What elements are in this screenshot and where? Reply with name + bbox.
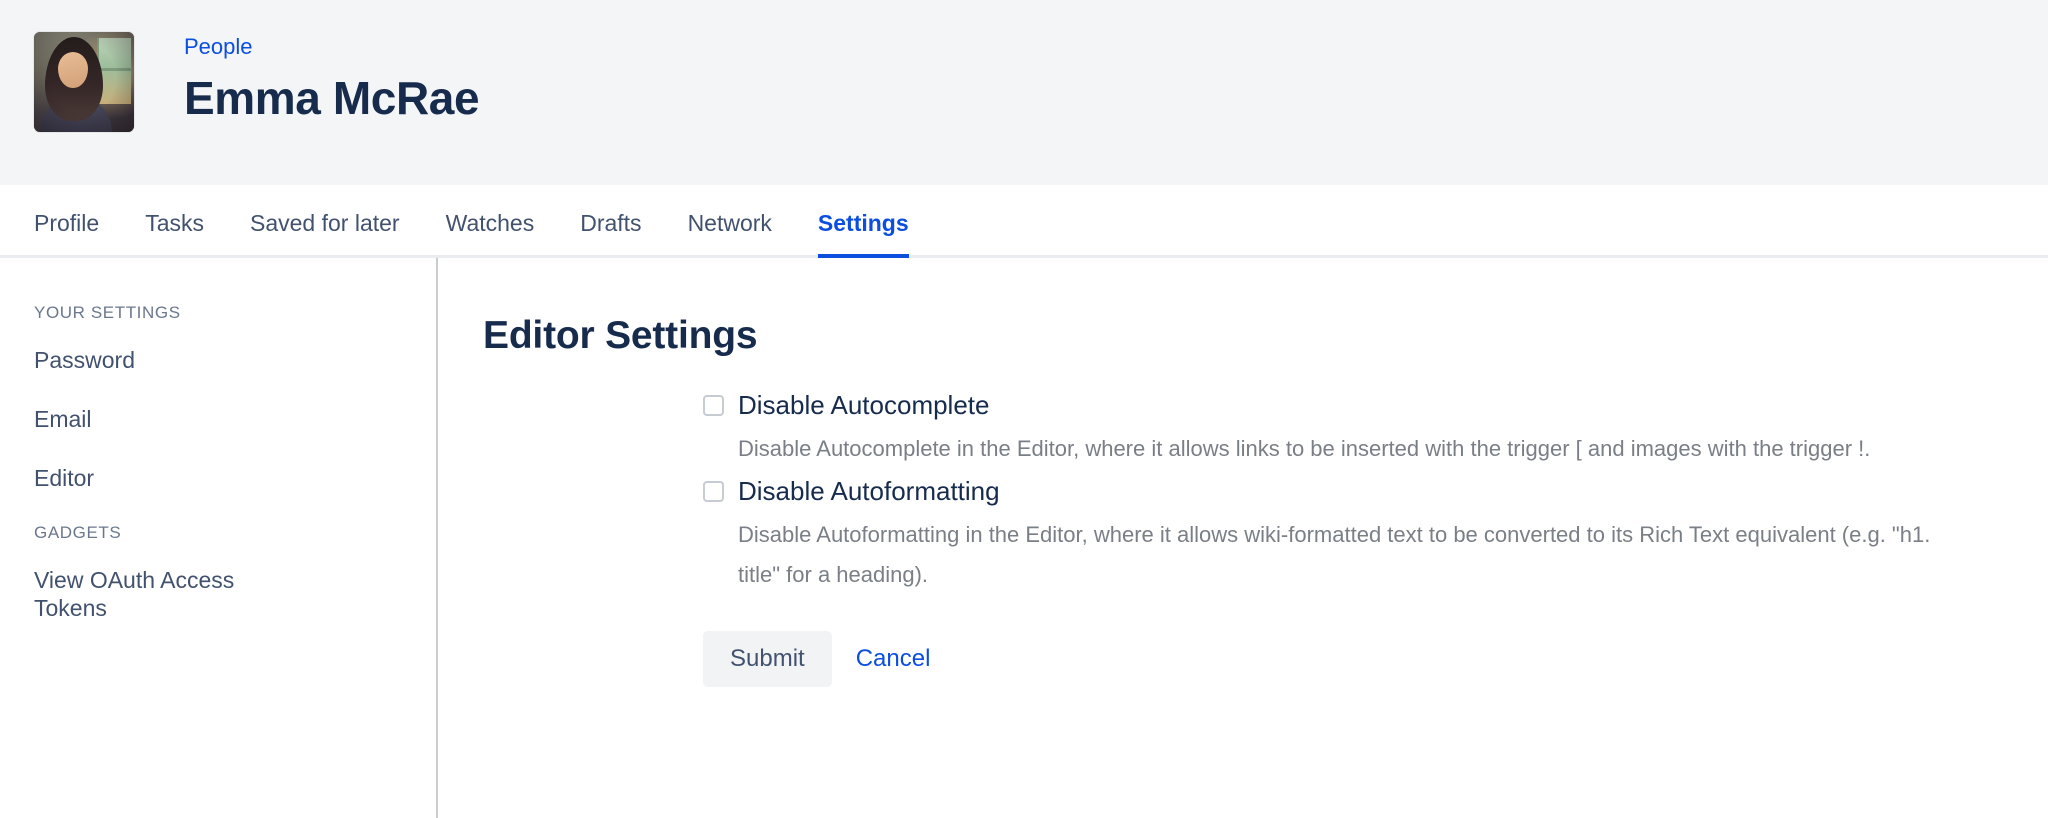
editor-settings-form: Disable Autocomplete Disable Autocomplet… (703, 389, 1973, 687)
editor-settings-heading: Editor Settings (483, 313, 2048, 359)
tab-network[interactable]: Network (688, 210, 772, 255)
checkbox-row-disable-autoformatting[interactable]: Disable Autoformatting (703, 475, 1973, 507)
field-disable-autoformatting: Disable Autoformatting Disable Autoforma… (703, 475, 1973, 595)
checkbox-row-disable-autocomplete[interactable]: Disable Autocomplete (703, 389, 1973, 421)
tab-settings[interactable]: Settings (818, 210, 909, 255)
settings-main-panel: Editor Settings Disable Autocomplete Dis… (438, 258, 2048, 818)
field-disable-autocomplete: Disable Autocomplete Disable Autocomplet… (703, 389, 1973, 469)
tab-tasks[interactable]: Tasks (145, 210, 204, 255)
avatar[interactable] (34, 32, 134, 132)
label-disable-autocomplete[interactable]: Disable Autocomplete (738, 389, 989, 421)
description-disable-autoformatting: Disable Autoformatting in the Editor, wh… (738, 515, 1973, 595)
page-title: Emma McRae (184, 71, 479, 125)
breadcrumb-people-link[interactable]: People (184, 34, 253, 60)
label-disable-autoformatting[interactable]: Disable Autoformatting (738, 475, 1000, 507)
sidebar-item-editor[interactable]: Editor (34, 464, 304, 492)
header-text-block: People Emma McRae (184, 32, 479, 125)
sidebar-item-password[interactable]: Password (34, 346, 304, 374)
checkbox-disable-autoformatting[interactable] (703, 481, 724, 502)
checkbox-disable-autocomplete[interactable] (703, 395, 724, 416)
tab-saved-for-later[interactable]: Saved for later (250, 210, 400, 255)
content-area: YOUR SETTINGS Password Email Editor GADG… (0, 258, 2048, 818)
form-button-row: Submit Cancel (703, 631, 1973, 687)
sidebar-item-email[interactable]: Email (34, 405, 304, 433)
description-disable-autocomplete: Disable Autocomplete in the Editor, wher… (738, 429, 1973, 469)
settings-sidebar: YOUR SETTINGS Password Email Editor GADG… (0, 258, 438, 818)
profile-tab-bar: Profile Tasks Saved for later Watches Dr… (0, 185, 2048, 258)
sidebar-section-your-settings: YOUR SETTINGS (34, 303, 436, 323)
sidebar-section-gadgets: GADGETS (34, 523, 436, 543)
page-header: People Emma McRae (0, 0, 2048, 185)
tab-profile[interactable]: Profile (34, 210, 99, 255)
submit-button[interactable]: Submit (703, 631, 832, 687)
sidebar-item-view-oauth-access-tokens[interactable]: View OAuth Access Tokens (34, 566, 304, 622)
tab-drafts[interactable]: Drafts (580, 210, 641, 255)
avatar-photo-vignette (34, 32, 134, 132)
tab-watches[interactable]: Watches (446, 210, 535, 255)
cancel-link[interactable]: Cancel (844, 631, 943, 687)
